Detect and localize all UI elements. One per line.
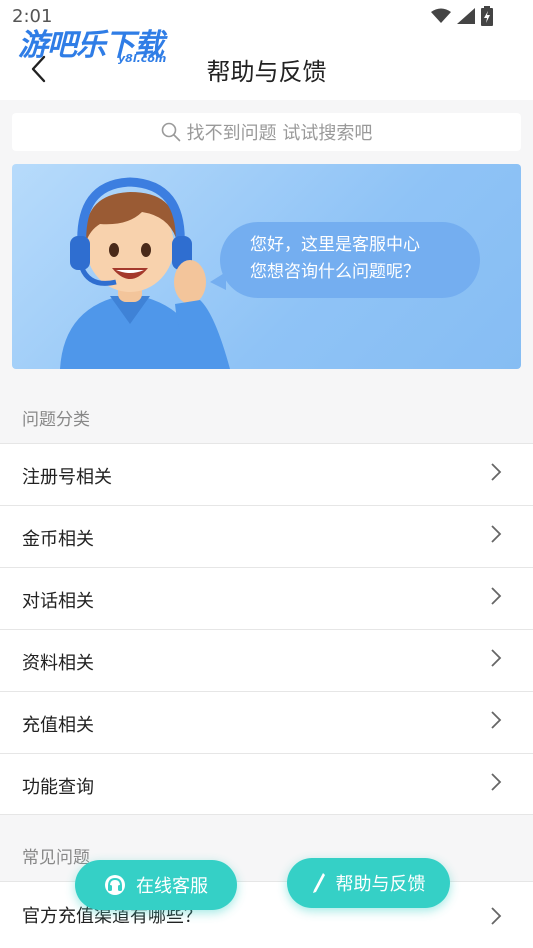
chevron-right-icon bbox=[491, 525, 502, 543]
page-title: 帮助与反馈 bbox=[206, 58, 327, 86]
categories-heading: 问题分类 bbox=[22, 410, 90, 430]
search-icon bbox=[161, 122, 180, 142]
category-item-coins[interactable]: 金币相关 bbox=[0, 505, 533, 567]
category-label: 对话相关 bbox=[22, 591, 94, 612]
category-item-chat[interactable]: 对话相关 bbox=[0, 567, 533, 629]
category-label: 功能查询 bbox=[22, 777, 94, 798]
support-agent-illustration bbox=[60, 177, 230, 369]
search-input[interactable]: 找不到问题 试试搜索吧 bbox=[12, 113, 521, 151]
category-item-registration[interactable]: 注册号相关 bbox=[0, 443, 533, 505]
bubble-line-2: 您想咨询什么问题呢？ bbox=[250, 262, 420, 282]
category-item-recharge[interactable]: 充值相关 bbox=[0, 691, 533, 753]
headset-icon bbox=[105, 875, 125, 895]
signal-icon bbox=[457, 8, 475, 24]
chevron-right-icon bbox=[491, 907, 502, 925]
help-feedback-screen: 2:01 游吧乐下载 y8l.com 帮助与反馈 找不到问题 试试搜索吧 您好，… bbox=[0, 0, 533, 948]
speech-bubble: 您好，这里是客服中心 您想咨询什么问题呢？ bbox=[220, 222, 480, 298]
customer-service-banner: 您好，这里是客服中心 您想咨询什么问题呢？ bbox=[12, 164, 521, 369]
help-feedback-label: 帮助与反馈 bbox=[335, 874, 426, 895]
chevron-right-icon bbox=[491, 711, 502, 729]
battery-icon bbox=[481, 6, 493, 26]
top-bar: 2:01 游吧乐下载 y8l.com 帮助与反馈 bbox=[0, 0, 533, 100]
category-label: 金币相关 bbox=[22, 529, 94, 550]
status-icons bbox=[431, 6, 493, 26]
chevron-right-icon bbox=[491, 463, 502, 481]
category-label: 资料相关 bbox=[22, 653, 94, 674]
chevron-right-icon bbox=[491, 773, 502, 791]
wifi-icon bbox=[431, 8, 451, 23]
chevron-right-icon bbox=[491, 649, 502, 667]
faq-heading: 常见问题 bbox=[22, 848, 90, 868]
bubble-line-1: 您好，这里是客服中心 bbox=[250, 235, 420, 255]
category-label: 注册号相关 bbox=[22, 467, 112, 488]
help-feedback-button[interactable]: 帮助与反馈 bbox=[287, 858, 450, 908]
category-list: 注册号相关 金币相关 对话相关 资料相关 充值相关 功能查询 bbox=[0, 443, 533, 815]
category-item-profile[interactable]: 资料相关 bbox=[0, 629, 533, 691]
pencil-icon bbox=[312, 873, 325, 893]
online-service-label: 在线客服 bbox=[136, 876, 208, 897]
chevron-right-icon bbox=[491, 587, 502, 605]
category-label: 充值相关 bbox=[22, 715, 94, 736]
online-service-button[interactable]: 在线客服 bbox=[75, 860, 237, 910]
category-item-features[interactable]: 功能查询 bbox=[0, 753, 533, 815]
search-placeholder: 找不到问题 试试搜索吧 bbox=[186, 123, 373, 144]
